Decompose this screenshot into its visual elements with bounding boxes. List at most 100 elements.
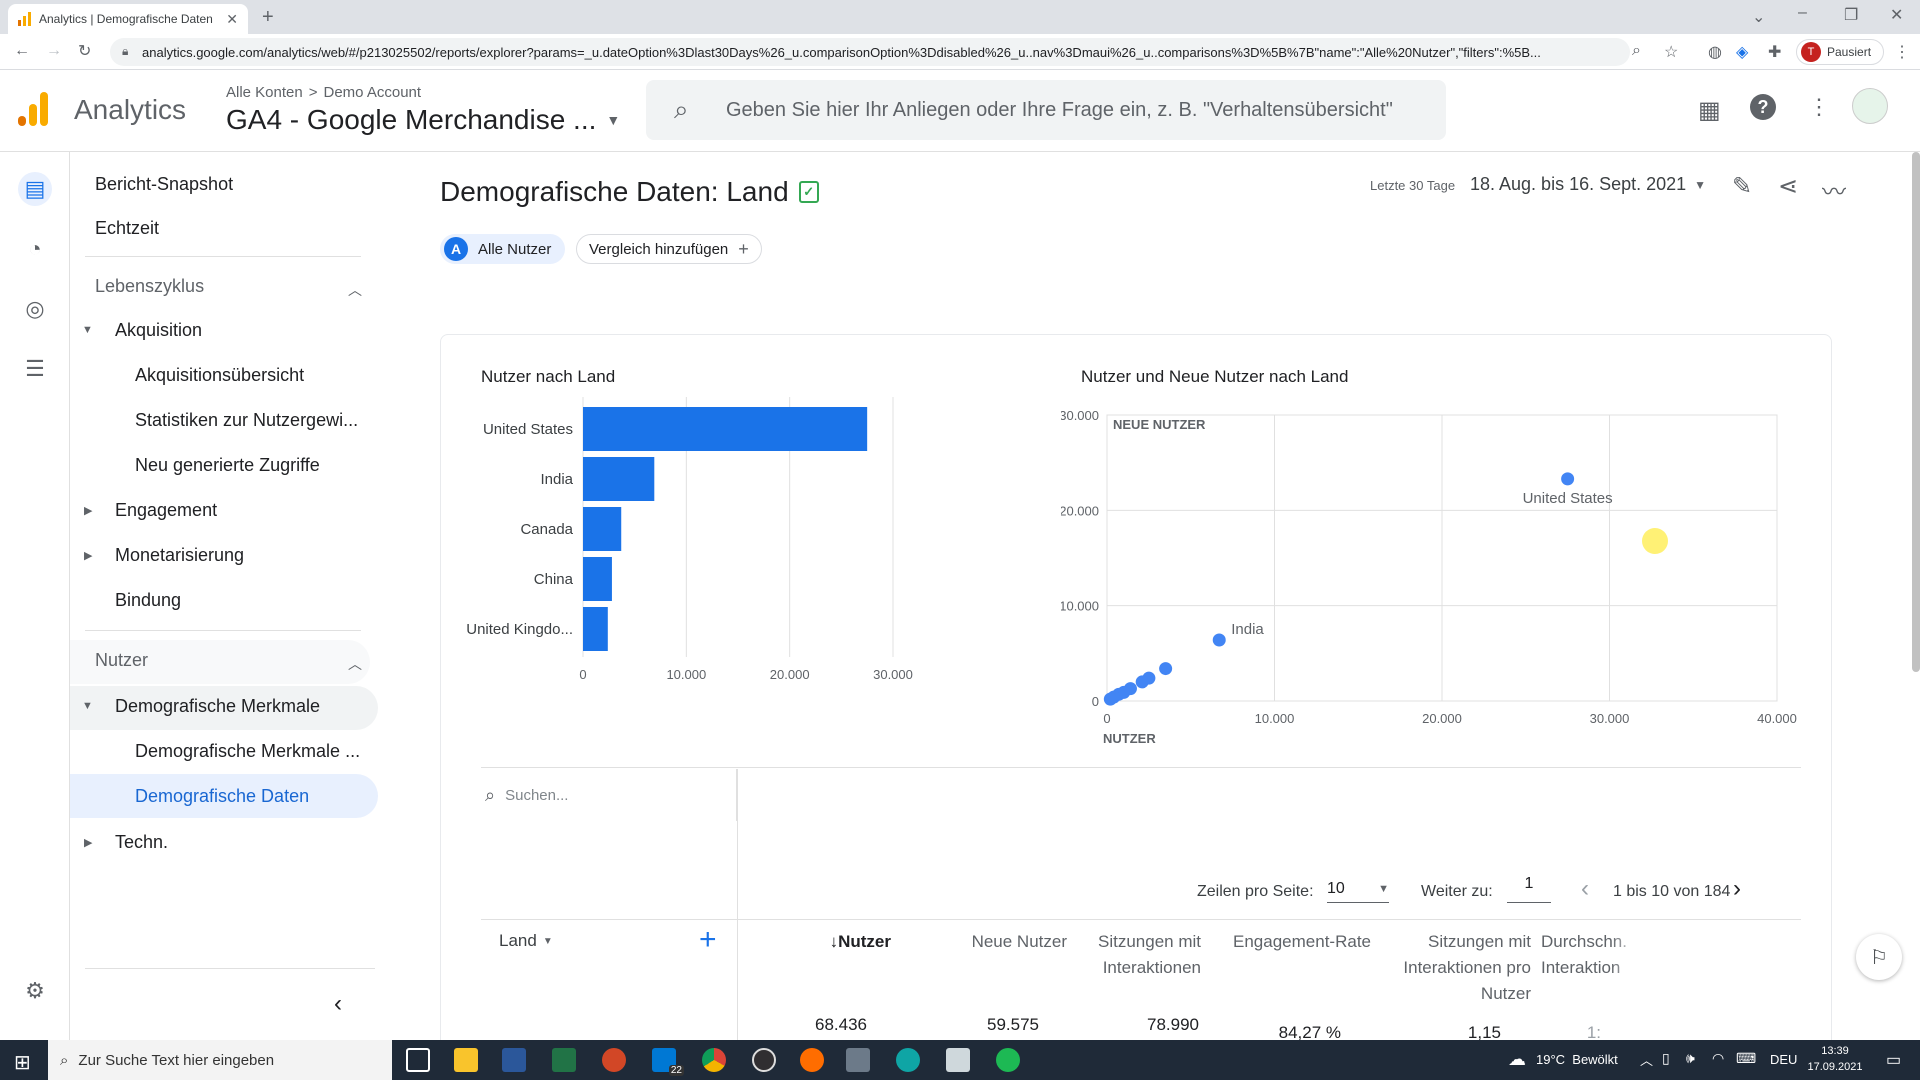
forward-icon[interactable]: → <box>46 42 62 60</box>
maximize-icon[interactable]: ❐ <box>1844 5 1858 25</box>
nav-engagement[interactable]: Engagement <box>115 500 217 521</box>
vertical-scrollbar[interactable] <box>1912 152 1920 672</box>
feedback-button[interactable]: ⚐ <box>1856 934 1902 980</box>
add-dimension-icon[interactable]: + <box>699 923 717 957</box>
close-tab-icon[interactable]: ✕ <box>226 11 238 28</box>
table-search-input[interactable]: ⌕ Suchen... <box>481 769 737 821</box>
collapse-users-icon[interactable]: ︿ <box>348 654 362 674</box>
verified-check-icon[interactable]: ✓ <box>798 181 819 203</box>
nav-retention[interactable]: Bindung <box>115 590 181 611</box>
nav-monetization[interactable]: Monetarisierung <box>115 545 244 566</box>
help-icon[interactable]: ? <box>1750 94 1776 120</box>
new-tab-icon[interactable]: + <box>262 6 274 29</box>
search-input[interactable]: ⌕ Geben Sie hier Ihr Anliegen oder Ihre … <box>646 80 1446 140</box>
account-avatar[interactable] <box>1852 88 1888 124</box>
apps-grid-icon[interactable]: ▦ <box>1698 96 1721 125</box>
prev-page-icon[interactable]: ‹ <box>1581 875 1589 903</box>
property-selector[interactable]: GA4 - Google Merchandise ... ▼ <box>226 104 620 136</box>
volume-icon[interactable]: 🕪︎ <box>1686 1050 1695 1067</box>
wifi-icon[interactable]: ◠ <box>1712 1050 1724 1067</box>
task-view-icon[interactable] <box>406 1048 430 1072</box>
analytics-logo-icon[interactable] <box>18 92 48 126</box>
configure-icon[interactable]: ☰ <box>18 352 52 386</box>
mail-icon[interactable]: 22 <box>652 1048 684 1076</box>
back-icon[interactable]: ← <box>14 42 30 60</box>
browser-menu-icon[interactable]: ⋮ <box>1894 42 1910 62</box>
weather-text[interactable]: 19°C Bewölkt <box>1536 1052 1618 1067</box>
nav-realtime[interactable]: Echtzeit <box>95 218 159 239</box>
windows-start-icon[interactable]: ⊞ <box>14 1050 31 1075</box>
go-to-input[interactable]: 1 <box>1507 875 1551 903</box>
nav-acquisition[interactable]: Akquisition <box>115 320 202 341</box>
column-header-engagement-rate[interactable]: Engagement-Rate <box>1211 929 1371 955</box>
next-page-icon[interactable]: › <box>1733 875 1741 903</box>
nav-acquisition-item[interactable]: Akquisitionsübersicht <box>135 365 304 386</box>
column-header-engaged-sessions[interactable]: Sitzungen mit Interaktionen <box>1071 929 1201 981</box>
explore-icon[interactable]: ◔ <box>18 232 52 266</box>
expand-engagement-icon[interactable]: ▶ <box>84 504 92 517</box>
reports-icon[interactable]: ▤ <box>18 172 52 206</box>
minimize-icon[interactable]: – <box>1798 4 1807 22</box>
tray-chevron-icon[interactable]: ︿ <box>1640 1050 1653 1069</box>
keyboard-icon[interactable]: ⌨ <box>1736 1050 1756 1067</box>
nav-demographics[interactable]: Demografische Merkmale <box>115 696 320 717</box>
column-header-new-users[interactable]: Neue Nutzer <box>911 929 1067 955</box>
extension-icon[interactable]: ◍ <box>1708 42 1722 62</box>
column-header-avg-engagement[interactable]: Durchschn. Interaktion <box>1541 929 1641 989</box>
weather-icon[interactable]: ☁ <box>1508 1049 1526 1070</box>
column-header-engaged-per-user[interactable]: Sitzungen mit Interaktionen pro Nutzer <box>1381 929 1531 1007</box>
zoom-icon[interactable]: ⌕ <box>1632 42 1641 60</box>
insights-icon[interactable]: 〰 <box>1822 172 1846 207</box>
customize-report-icon[interactable]: ✎ <box>1732 172 1752 201</box>
collapse-nav-icon[interactable]: ‹ <box>334 990 342 1018</box>
advertising-icon[interactable]: ◎ <box>18 292 52 326</box>
taskbar-search-input[interactable]: ⌕ Zur Suche Text hier eingeben <box>48 1040 392 1080</box>
excel-icon[interactable] <box>552 1048 576 1072</box>
breadcrumb-account[interactable]: Demo Account <box>324 84 422 101</box>
reload-icon[interactable]: ↻ <box>78 41 91 61</box>
more-menu-icon[interactable]: ⋮ <box>1808 94 1830 120</box>
address-bar[interactable]: 🔒︎ analytics.google.com/analytics/web/#/… <box>110 38 1630 66</box>
screenshot-tool-icon[interactable] <box>846 1048 870 1072</box>
profile-chip[interactable]: T Pausiert <box>1796 39 1884 65</box>
word-icon[interactable] <box>502 1048 526 1072</box>
date-range-picker[interactable]: 18. Aug. bis 16. Sept. 2021 ▼ <box>1470 174 1706 195</box>
nav-tech[interactable]: Techn. <box>115 832 168 853</box>
segment-chip[interactable]: A Alle Nutzer <box>440 234 566 264</box>
obs-icon[interactable] <box>752 1048 776 1072</box>
puzzle-icon[interactable]: ✚ <box>1768 42 1781 62</box>
notepad-icon[interactable] <box>946 1048 970 1072</box>
expand-tech-icon[interactable]: ▶ <box>84 836 92 849</box>
extension-tag-icon[interactable]: ◈ <box>1736 42 1748 62</box>
language-indicator[interactable]: DEU <box>1770 1052 1797 1067</box>
powerpoint-icon[interactable] <box>602 1048 626 1072</box>
chrome-icon[interactable] <box>702 1048 726 1072</box>
rows-per-page-select[interactable]: 10 ▼ <box>1327 875 1389 903</box>
nav-acquisition-item[interactable]: Statistiken zur Nutzergewi... <box>135 410 358 431</box>
app-icon[interactable] <box>800 1048 824 1072</box>
clock[interactable]: 13:39 17.09.2021 <box>1800 1043 1870 1075</box>
bookmark-star-icon[interactable]: ☆ <box>1664 42 1678 62</box>
edge-icon[interactable] <box>896 1048 920 1072</box>
spotify-icon[interactable] <box>996 1048 1020 1072</box>
share-icon[interactable]: ⋖ <box>1778 172 1798 201</box>
expand-monetization-icon[interactable]: ▶ <box>84 549 92 562</box>
settings-gear-icon[interactable]: ⚙ <box>18 974 52 1008</box>
notifications-icon[interactable]: ▭ <box>1886 1050 1901 1070</box>
breadcrumb[interactable]: Alle Konten > Demo Account <box>226 84 421 101</box>
breadcrumb-all-accounts[interactable]: Alle Konten <box>226 84 303 101</box>
nav-section-lifecycle[interactable]: Lebenszyklus <box>95 276 204 297</box>
column-header-users[interactable]: ↓Nutzer <box>771 929 891 955</box>
dimension-header[interactable]: Land ▼ <box>499 931 553 951</box>
file-explorer-icon[interactable] <box>454 1048 478 1072</box>
browser-tab[interactable]: Analytics | Demografische Daten ✕ <box>8 4 248 34</box>
close-window-icon[interactable]: ✕ <box>1890 5 1903 25</box>
expand-acquisition-icon[interactable]: ▼ <box>82 324 93 336</box>
add-comparison-button[interactable]: Vergleich hinzufügen + <box>576 234 762 264</box>
network-icon[interactable]: ▯ <box>1662 1050 1670 1067</box>
nav-demographics-item[interactable]: Demografische Merkmale ... <box>135 741 360 762</box>
nav-section-users[interactable]: Nutzer <box>95 650 148 671</box>
nav-report-snapshot[interactable]: Bericht-Snapshot <box>95 174 233 195</box>
expand-demographics-icon[interactable]: ▼ <box>82 700 93 712</box>
nav-acquisition-item[interactable]: Neu generierte Zugriffe <box>135 455 320 476</box>
